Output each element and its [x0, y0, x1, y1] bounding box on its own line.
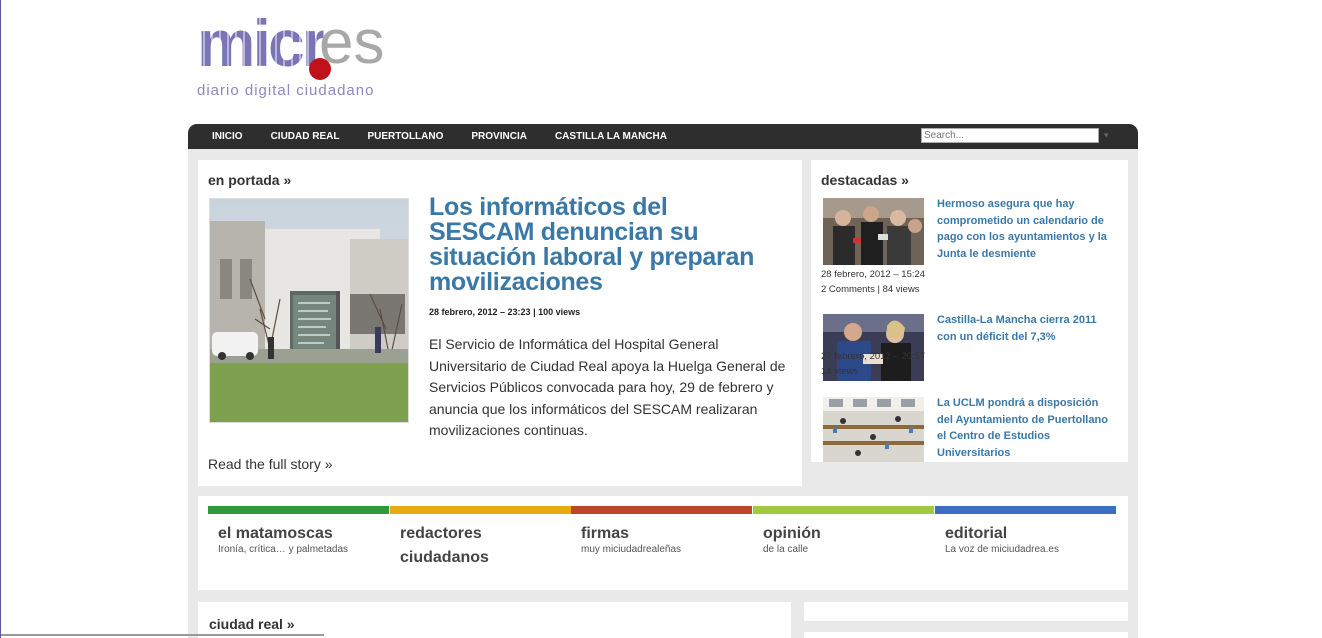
section-title-ciudad-real[interactable]: ciudad real »	[209, 616, 295, 632]
category-matamoscas[interactable]: el matamoscas Ironía, crítica… y palmeta…	[208, 506, 389, 555]
featured-photo[interactable]	[209, 198, 409, 423]
category-subtitle: Ironía, crítica… y palmetadas	[218, 544, 349, 555]
logo-tagline: diario digital ciudadano	[197, 82, 375, 99]
category-color-bar	[571, 506, 752, 514]
sidebar-box	[804, 602, 1128, 621]
highlight-thumb[interactable]	[823, 397, 924, 462]
category-name[interactable]: firmas	[581, 522, 751, 546]
site-logo[interactable]: micr es diario digital ciudadano	[197, 8, 397, 104]
category-name[interactable]: opinión	[763, 522, 933, 546]
nav-menu: INICIO CIUDAD REAL PUERTOLLANO PROVINCIA…	[198, 124, 681, 149]
category-color-bar	[935, 506, 1116, 514]
highlight-title[interactable]: Hermoso asegura que hay comprometido un …	[937, 196, 1117, 262]
ciudad-real-panel: ciudad real »	[198, 602, 791, 638]
highlight-date: 28 febrero, 2012 – 15:24	[821, 269, 926, 280]
section-title-destacadas[interactable]: destacadas »	[821, 172, 909, 188]
main-nav: INICIO CIUDAD REAL PUERTOLLANO PROVINCIA…	[188, 124, 1138, 149]
nav-item-ciudad-real[interactable]: CIUDAD REAL	[257, 124, 354, 149]
category-subtitle: muy miciudadrealeñas	[581, 544, 682, 555]
category-color-bar	[390, 506, 571, 514]
highlight-thumb-image	[823, 198, 924, 265]
search-icon[interactable]: ▾	[1104, 129, 1114, 141]
category-subtitle: La voz de miciudadrea.es	[945, 544, 1059, 555]
section-title-portada[interactable]: en portada »	[208, 172, 291, 188]
highlight-thumb[interactable]	[823, 198, 924, 265]
highlight-date: 27 febrero, 2012 – 20:57	[821, 351, 926, 362]
highlight-title[interactable]: Castilla-La Mancha cierra 2011 con un dé…	[937, 312, 1117, 345]
category-firmas[interactable]: firmas muy miciudadrealeñas	[571, 506, 752, 555]
featured-photo-image	[210, 199, 408, 422]
featured-meta: 28 febrero, 2012 – 23:23 | 100 views	[429, 307, 581, 317]
nav-item-provincia[interactable]: PROVINCIA	[457, 124, 541, 149]
nav-item-inicio[interactable]: INICIO	[198, 124, 257, 149]
logo-suffix: es	[319, 8, 385, 77]
featured-headline[interactable]: Los informáticos del SESCAM denuncian su…	[429, 195, 779, 295]
featured-excerpt: El Servicio de Informática del Hospital …	[429, 336, 786, 438]
sidebar-box	[804, 632, 1128, 638]
category-editorial[interactable]: editorial La voz de miciudadrea.es	[935, 506, 1116, 555]
highlight-title[interactable]: La UCLM pondrá a disposición del Ayuntam…	[937, 395, 1117, 461]
logo-wordmark: micr	[197, 6, 327, 80]
search-input[interactable]	[921, 128, 1099, 143]
highlight-stats: 2 Comments | 84 views	[821, 284, 920, 295]
category-name[interactable]: redactores ciudadanos	[400, 522, 570, 570]
category-name[interactable]: el matamoscas	[218, 522, 388, 546]
browser-status-bar	[1, 634, 324, 636]
featured-panel: en portada » Los informáticos del SESCAM…	[198, 160, 802, 486]
highlight-stats: 14 views	[821, 366, 858, 377]
nav-item-puertollano[interactable]: PUERTOLLANO	[353, 124, 457, 149]
highlight-thumb-image	[823, 397, 924, 462]
highlights-panel: destacadas » Hermoso asegura que hay com…	[811, 160, 1128, 462]
category-subtitle: de la calle	[763, 544, 809, 555]
sections-panel: el matamoscas Ironía, crítica… y palmeta…	[198, 496, 1128, 590]
nav-item-castilla-la-mancha[interactable]: CASTILLA LA MANCHA	[541, 124, 681, 149]
category-opinion[interactable]: opinión de la calle	[753, 506, 934, 555]
category-color-bar	[208, 506, 389, 514]
read-full-story-link[interactable]: Read the full story »	[208, 456, 333, 472]
category-name[interactable]: editorial	[945, 522, 1115, 546]
category-redactores-ciudadanos[interactable]: redactores ciudadanos	[390, 506, 571, 566]
category-color-bar	[753, 506, 934, 514]
